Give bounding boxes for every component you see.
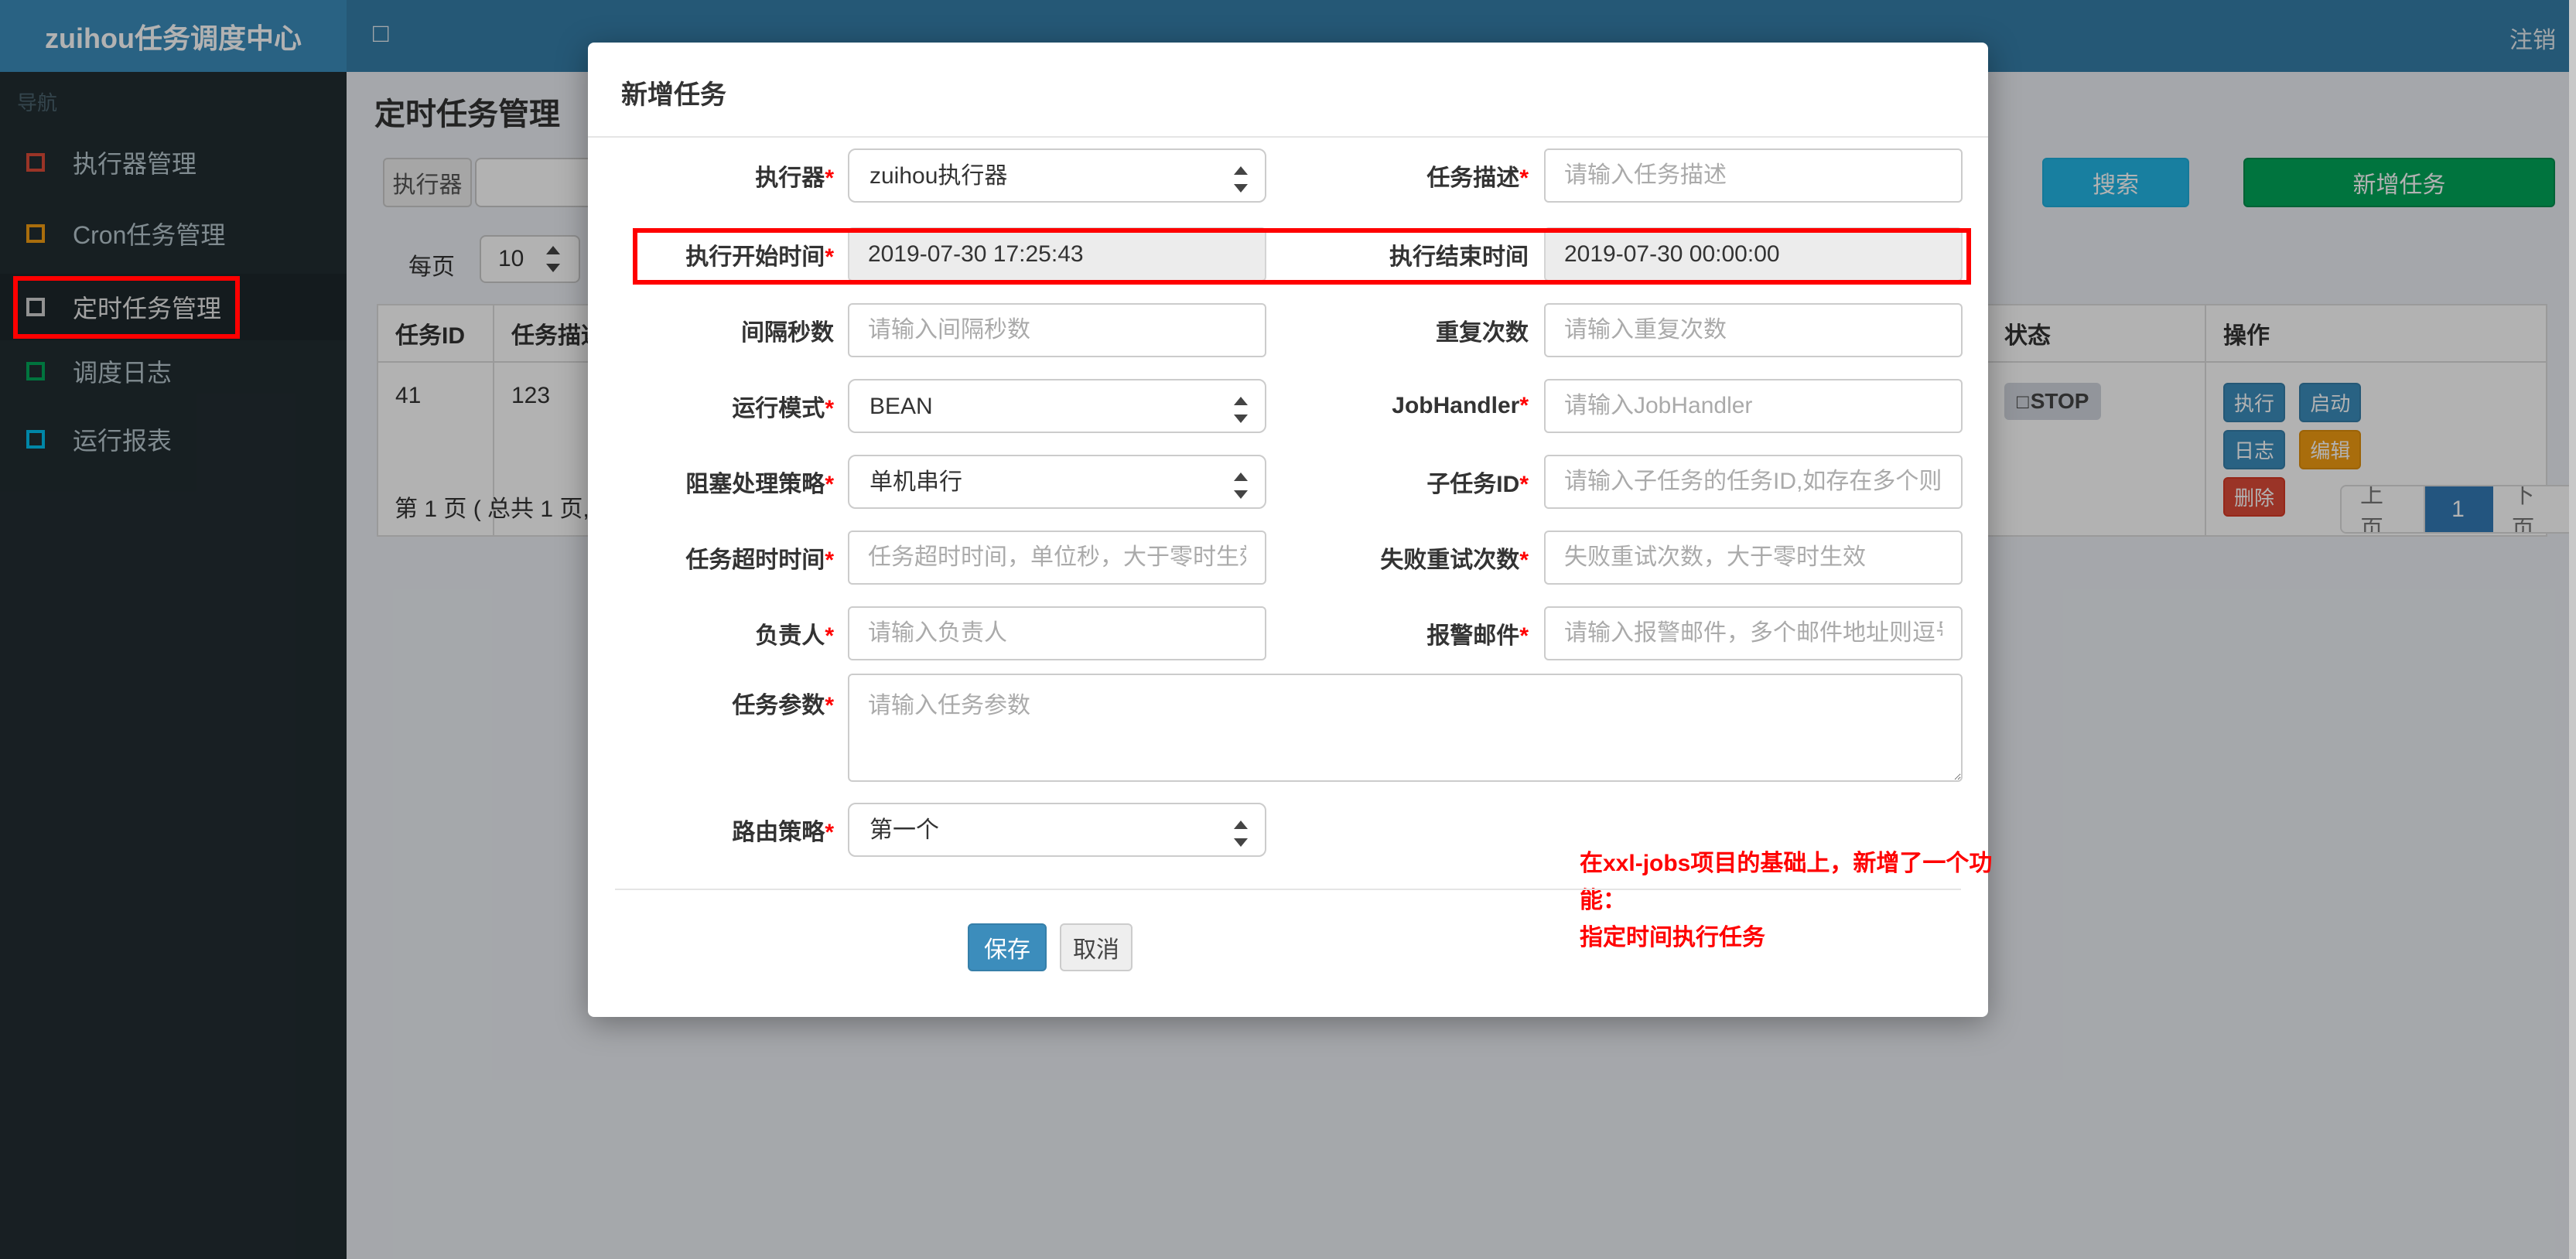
owner-input[interactable] [848, 606, 1266, 660]
job-desc-input[interactable] [1544, 148, 1963, 203]
timeout-input[interactable] [848, 531, 1266, 585]
feature-note: 在xxl-jobs项目的基础上，新增了一个功能： 指定时间执行任务 [1580, 845, 2013, 957]
alarm-email-input[interactable] [1544, 606, 1963, 660]
alarm-email-label: 报警邮件* [1426, 623, 1529, 649]
child-job-input[interactable] [1544, 455, 1963, 509]
add-task-modal: 新增任务 执行器* zuihou执行器 任务描述* 执行开始时间* 执行结束时间… [588, 43, 1992, 1017]
executor-select[interactable]: zuihou执行器 [848, 148, 1266, 203]
run-mode-select[interactable]: BEAN [848, 379, 1266, 433]
end-time-label: 执行结束时间 [1389, 244, 1529, 270]
start-time-label: 执行开始时间* [685, 244, 834, 270]
start-time-input[interactable] [848, 227, 1266, 281]
modal-footer: 保存 取消 [968, 923, 1133, 971]
cancel-button[interactable]: 取消 [1060, 923, 1133, 971]
route-strategy-select[interactable]: 第一个 [848, 803, 1266, 857]
repeat-input[interactable] [1544, 303, 1963, 357]
modal-header: 新增任务 [588, 43, 1988, 138]
modal-footer-divider [615, 889, 1961, 890]
feature-note-line1: 在xxl-jobs项目的基础上，新增了一个功能： [1580, 851, 1993, 913]
modal-title: 新增任务 [621, 80, 726, 110]
repeat-label: 重复次数 [1436, 320, 1529, 346]
timeout-label: 任务超时时间* [685, 548, 834, 573]
retry-label: 失败重试次数* [1380, 548, 1529, 573]
browser-scrollbar[interactable] [2569, 0, 2576, 1259]
route-strategy-select-wrap: 第一个 [848, 803, 1266, 857]
save-button[interactable]: 保存 [968, 923, 1047, 971]
child-job-label: 子任务ID* [1426, 472, 1529, 497]
job-handler-label: JobHandler* [1392, 393, 1529, 418]
block-strategy-label: 阻塞处理策略* [685, 472, 834, 497]
run-mode-select-wrap: BEAN [848, 379, 1266, 433]
interval-label: 间隔秒数 [741, 320, 834, 346]
block-strategy-select[interactable]: 单机串行 [848, 455, 1266, 509]
executor-select-wrap: zuihou执行器 [848, 148, 1266, 203]
retry-input[interactable] [1544, 531, 1963, 585]
run-mode-label: 运行模式* [732, 396, 834, 421]
interval-input[interactable] [848, 303, 1266, 357]
end-time-input[interactable] [1544, 227, 1963, 281]
executor-label: 执行器* [755, 165, 834, 191]
route-strategy-label: 路由策略* [732, 820, 834, 845]
job-param-textarea[interactable] [848, 674, 1963, 782]
owner-label: 负责人* [755, 623, 834, 649]
job-param-label: 任务参数* [732, 693, 834, 718]
job-desc-label: 任务描述* [1426, 165, 1529, 191]
block-strategy-select-wrap: 单机串行 [848, 455, 1266, 509]
job-handler-input[interactable] [1544, 379, 1963, 433]
feature-note-line2: 指定时间执行任务 [1580, 925, 1765, 950]
